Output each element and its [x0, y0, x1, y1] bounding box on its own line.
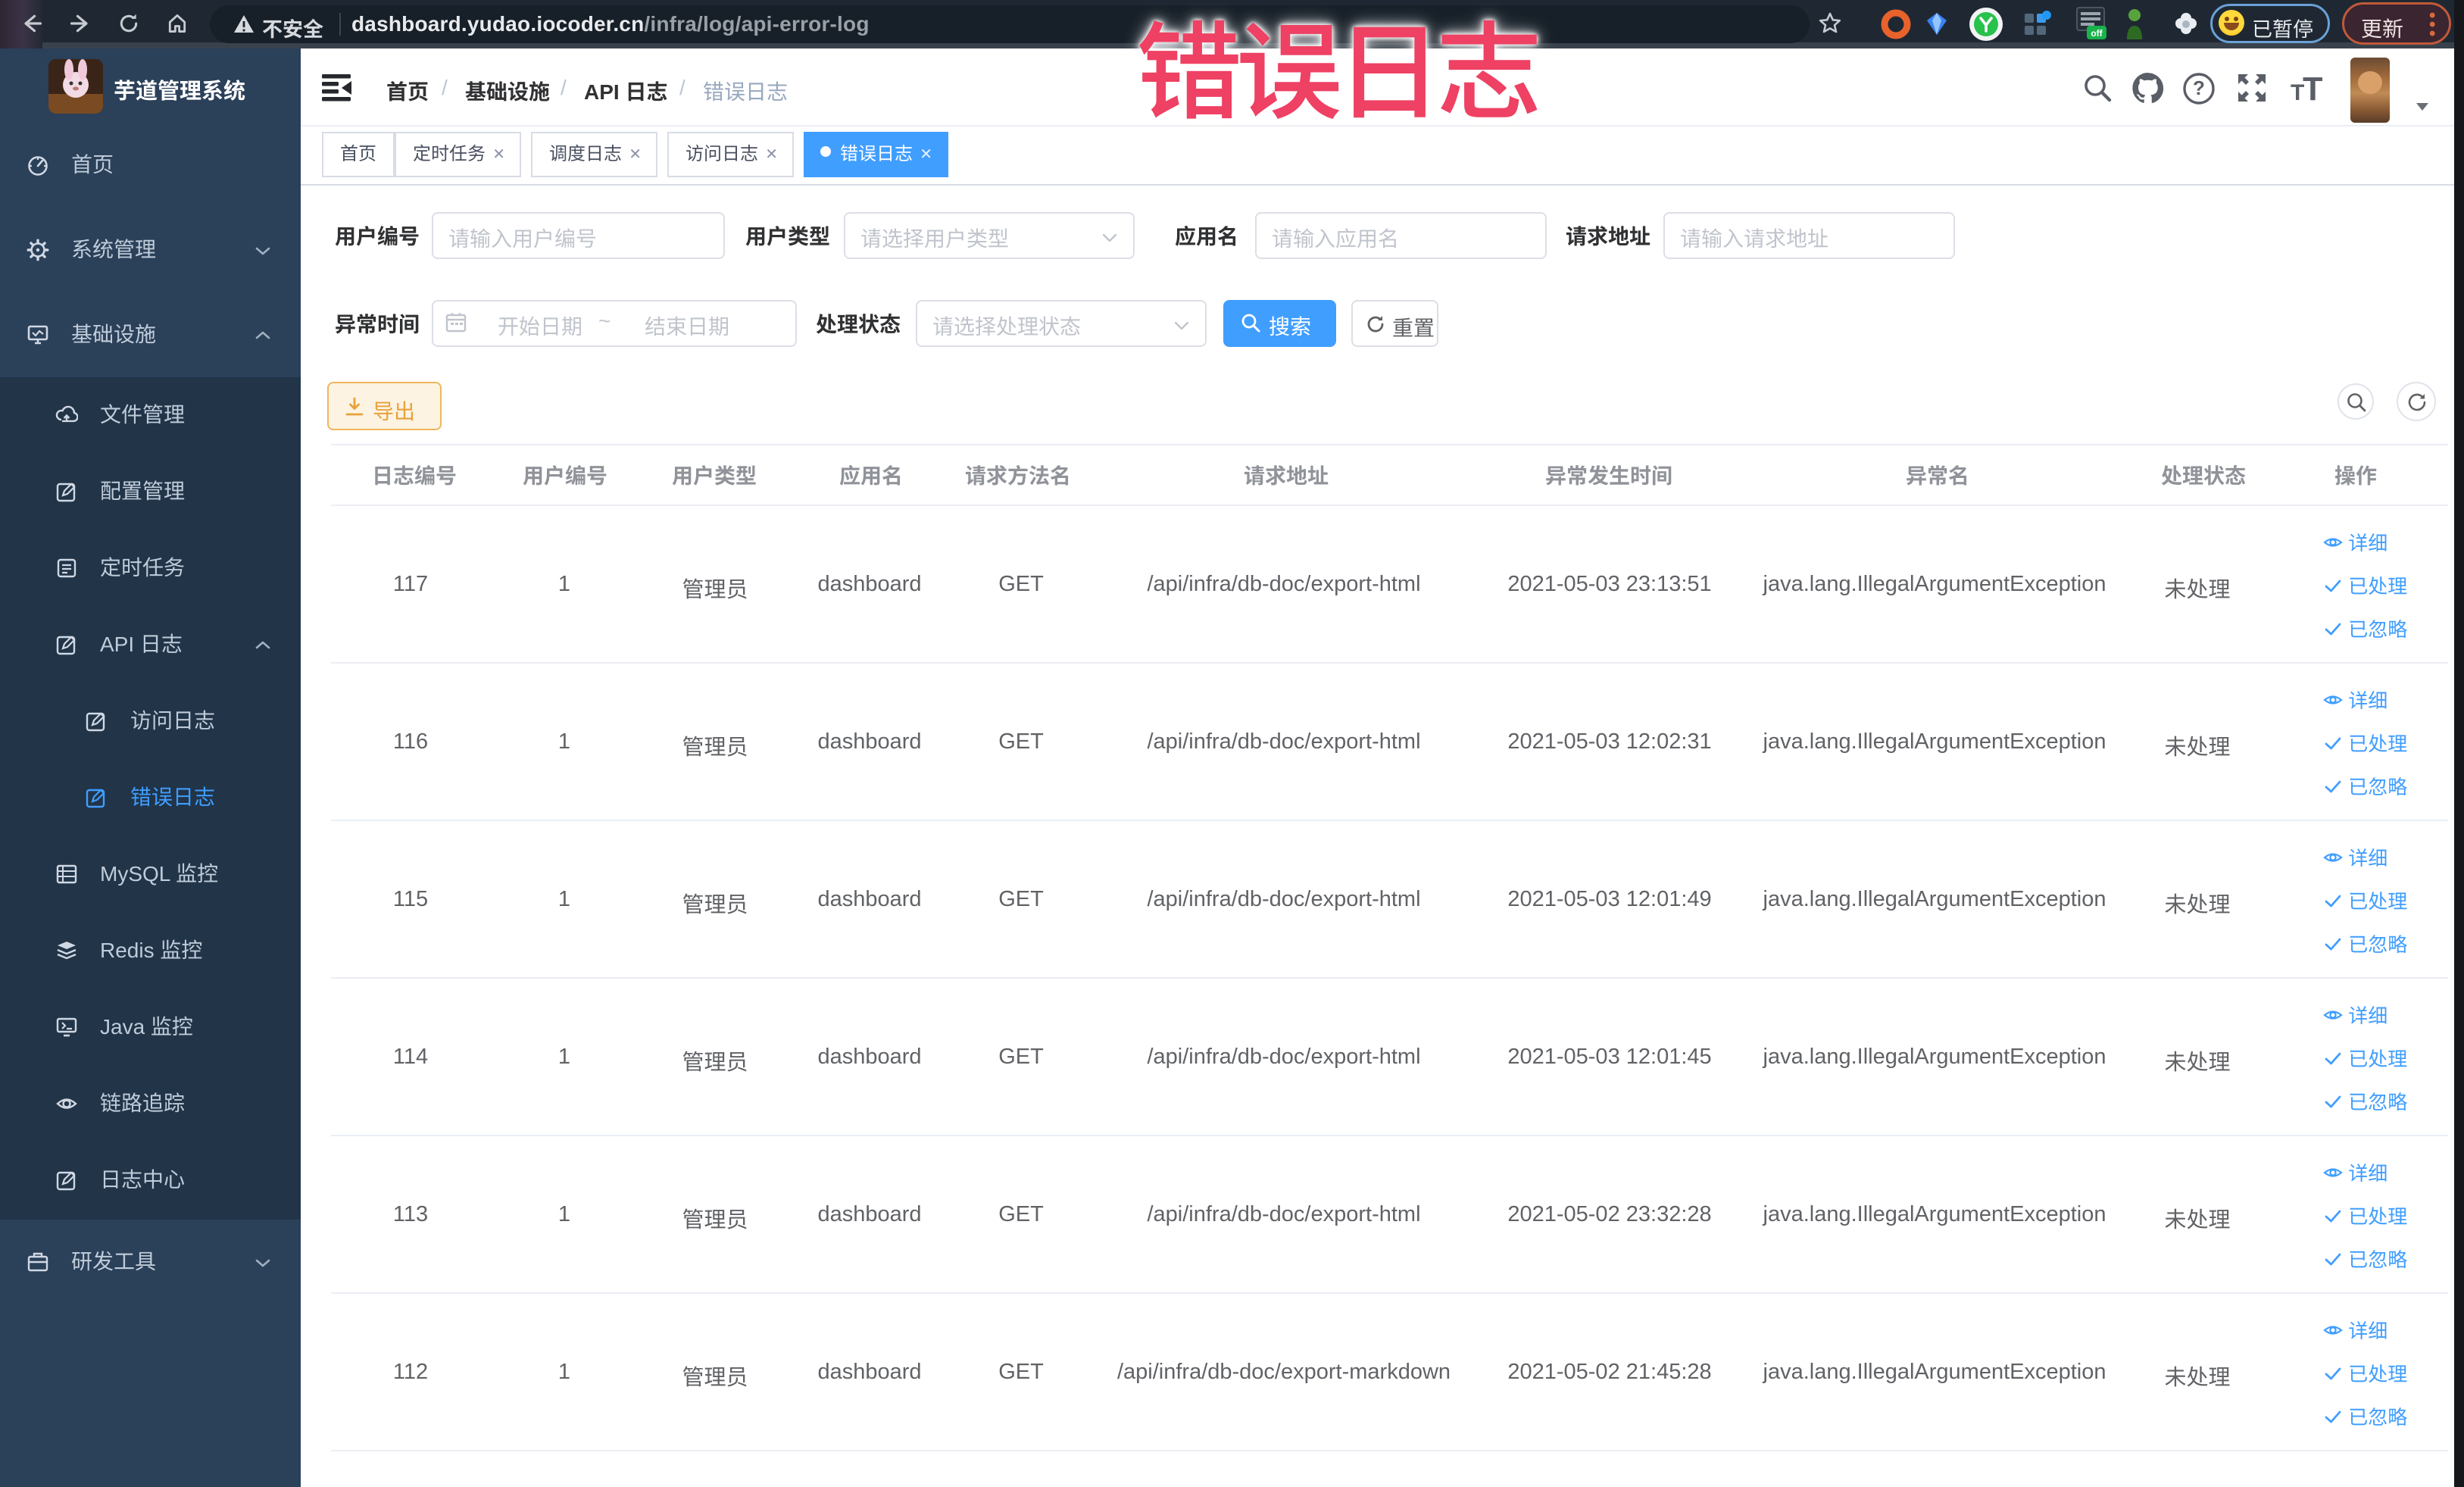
svg-text:off: off [2091, 28, 2103, 39]
svg-text:T: T [2303, 71, 2322, 105]
svg-text:?: ? [2193, 77, 2205, 99]
